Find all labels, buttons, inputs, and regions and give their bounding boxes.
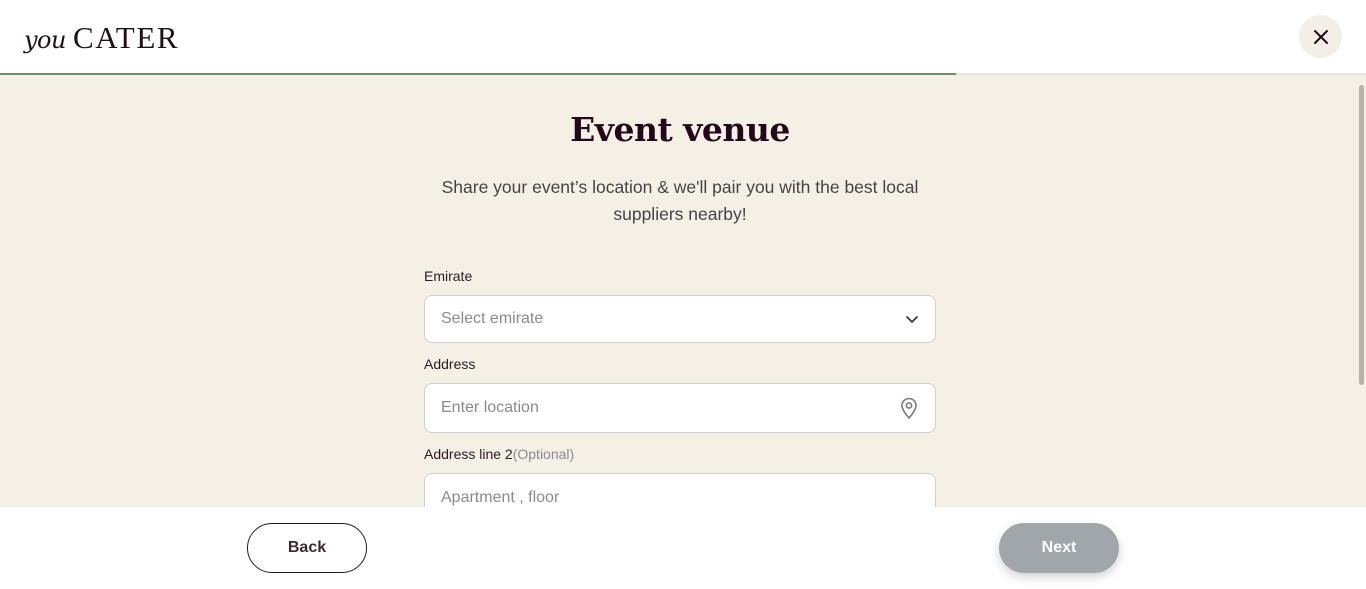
address-line2-label-text: Address line 2 <box>424 446 513 462</box>
close-icon <box>1313 29 1328 44</box>
emirate-label: Emirate <box>424 268 473 284</box>
logo-prefix: you <box>24 26 66 54</box>
close-button[interactable] <box>1299 15 1342 58</box>
next-button[interactable]: Next <box>999 523 1119 573</box>
address-line2-placeholder: Apartment , floor <box>441 489 560 506</box>
page-title: Event venue <box>570 110 790 149</box>
address-input[interactable]: Enter location <box>424 383 936 433</box>
location-pin-icon[interactable] <box>899 396 919 420</box>
chevron-down-icon <box>905 312 919 326</box>
header: you CATER <box>0 0 1366 74</box>
footer: Back Next <box>0 507 1366 589</box>
address-label: Address <box>424 356 476 372</box>
optional-tag: (Optional) <box>512 446 575 462</box>
logo-name: CATER <box>72 20 180 55</box>
back-button[interactable]: Back <box>247 523 367 573</box>
youcater-logo[interactable]: you CATER <box>24 20 179 56</box>
address-line2-label: Address line 2(Optional) <box>424 446 574 462</box>
emirate-select[interactable]: Select emirate <box>424 295 936 343</box>
emirate-placeholder: Select emirate <box>441 310 544 327</box>
address-placeholder: Enter location <box>441 399 539 416</box>
page-subtitle: Share your event’s location & we'll pair… <box>441 177 919 224</box>
